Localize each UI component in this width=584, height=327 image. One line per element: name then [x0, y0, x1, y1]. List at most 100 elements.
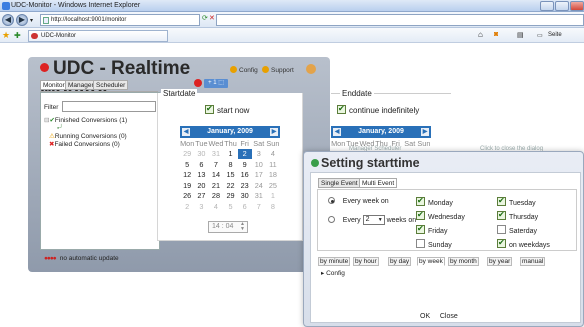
calendar-day[interactable]: 23 [238, 180, 252, 191]
tab-by-minute[interactable]: by minute [318, 257, 351, 266]
calendar-day[interactable]: 13 [194, 170, 208, 181]
tree-item-finished[interactable]: ⊟✔Finished Conversions (1) [44, 117, 160, 125]
time-input[interactable]: 14 : 04 ▲ ▼ [208, 221, 248, 233]
day-checkbox-wednesday[interactable]: Wednesday [416, 210, 465, 222]
config-toggle[interactable]: ▸ Config [321, 269, 345, 277]
tab-by-day[interactable]: by day [388, 257, 412, 266]
close-button[interactable]: Close [440, 313, 458, 320]
stop-schedule-icon[interactable] [194, 79, 202, 87]
calendar-day[interactable]: 15 [223, 170, 237, 181]
calendar-day[interactable]: 7 [208, 159, 223, 170]
calendar-day[interactable]: 4 [266, 149, 280, 160]
calendar-day[interactable]: 1 [223, 149, 237, 160]
spinner-icon[interactable]: ▲ ▼ [240, 222, 245, 232]
minimize-button[interactable] [540, 1, 554, 11]
calendar-day[interactable]: 3 [252, 149, 266, 160]
calendar-day[interactable]: 10 [252, 159, 266, 170]
calendar-day[interactable]: 12 [180, 170, 194, 181]
calendar-day[interactable]: 27 [194, 191, 208, 202]
support-link[interactable]: Support [262, 66, 294, 74]
calendar-day[interactable]: 2 [180, 201, 194, 212]
ok-button[interactable]: OK [420, 313, 430, 320]
every-n-weeks-option[interactable]: Every 2 ▼ weeks on [328, 215, 416, 226]
prev-month-button[interactable]: ◀ [333, 128, 341, 136]
help-icon[interactable] [306, 64, 316, 74]
tree-item-failed[interactable]: ✖Failed Conversions (0) [44, 141, 160, 149]
tab-single-event[interactable]: Single Event [318, 178, 361, 188]
calendar-day[interactable]: 9 [238, 159, 252, 170]
config-link[interactable]: Config [230, 66, 258, 74]
day-checkbox-sunday[interactable]: Sunday [416, 239, 452, 250]
calendar-day[interactable]: 4 [208, 201, 223, 212]
stop-icon[interactable]: ✕ [209, 14, 215, 22]
home-icon[interactable]: ⌂ [478, 30, 483, 39]
tab-manual[interactable]: manual [520, 257, 546, 266]
tab-by-hour[interactable]: by hour [353, 257, 379, 266]
tab-multi-event[interactable]: Multi Event [359, 178, 398, 188]
calendar-day[interactable]: 14 [208, 170, 223, 181]
calendar-day[interactable]: 7 [252, 201, 266, 212]
tab-scheduler[interactable]: Scheduler [93, 80, 129, 90]
page-menu-button[interactable]: Seite [548, 32, 562, 38]
calendar-day[interactable]: 25 [266, 180, 280, 191]
back-button[interactable]: ◀ [2, 14, 14, 26]
forward-button[interactable]: ▶ [16, 14, 28, 26]
prev-month-button[interactable]: ◀ [182, 128, 190, 136]
calendar-day[interactable]: 18 [266, 170, 280, 181]
day-checkbox-on-weekdays[interactable]: on weekdays [497, 238, 550, 250]
day-checkbox-monday[interactable]: Monday [416, 196, 453, 208]
calendar-day[interactable]: 6 [194, 159, 208, 170]
tab-manager[interactable]: Manager [65, 80, 97, 90]
tree-subitem[interactable]: ▪╯ [44, 125, 160, 133]
favorites-star-icon[interactable]: ★ [2, 30, 10, 41]
print-icon[interactable]: ▤ [517, 31, 524, 39]
calendar-day[interactable]: 20 [194, 180, 208, 191]
page-menu-icon[interactable]: ▭ [537, 32, 543, 39]
calendar-day[interactable]: 19 [180, 180, 194, 191]
calendar-day[interactable]: 31 [208, 149, 223, 160]
calendar-day[interactable]: 5 [180, 159, 194, 170]
next-month-button[interactable]: ▶ [421, 128, 429, 136]
feeds-icon[interactable]: ◙ [494, 31, 498, 38]
every-week-option[interactable]: Every week on [328, 197, 389, 207]
browser-tab[interactable]: UDC-Monitor [28, 30, 168, 42]
add-favorite-icon[interactable]: ✚ [14, 31, 21, 40]
tab-by-month[interactable]: by month [448, 257, 479, 266]
filter-input[interactable] [62, 101, 156, 112]
calendar-day[interactable]: 1 [266, 191, 280, 202]
calendar-day[interactable]: 8 [223, 159, 237, 170]
calendar-day[interactable]: 3 [194, 201, 208, 212]
refresh-icon[interactable]: ⟳ [202, 14, 208, 22]
day-checkbox-thursday[interactable]: Thursday [497, 210, 538, 222]
tab-by-year[interactable]: by year [487, 257, 513, 266]
day-checkbox-friday[interactable]: Friday [416, 224, 447, 236]
day-checkbox-saterday[interactable]: Saterday [497, 225, 537, 236]
calendar-day[interactable]: 5 [223, 201, 237, 212]
tree-item-running[interactable]: ⚠Running Conversions (0) [44, 133, 160, 141]
calendar-day[interactable]: 24 [252, 180, 266, 191]
weeks-select[interactable]: 2 ▼ [362, 215, 385, 225]
calendar-day[interactable]: 30 [238, 191, 252, 202]
tab-by-week[interactable]: by week [417, 257, 445, 266]
calendar-day[interactable]: 26 [180, 191, 194, 202]
calendar-day[interactable]: 6 [238, 201, 252, 212]
calendar-day[interactable]: 29 [180, 149, 194, 160]
add-schedule-button[interactable]: + 1 ⬚ [204, 79, 228, 88]
dropdown-icon[interactable]: ▾ [30, 17, 33, 24]
calendar-day[interactable]: 11 [266, 159, 280, 170]
calendar-day[interactable]: 22 [223, 180, 237, 191]
calendar-day[interactable]: 30 [194, 149, 208, 160]
maximize-button[interactable] [555, 1, 569, 11]
calendar-day[interactable]: 8 [266, 201, 280, 212]
calendar-day[interactable]: 29 [223, 191, 237, 202]
calendar-day[interactable]: 17 [252, 170, 266, 181]
search-input[interactable] [216, 14, 584, 26]
calendar-day[interactable]: 31 [252, 191, 266, 202]
calendar-day[interactable]: 2 [237, 148, 252, 159]
tab-monitor[interactable]: Monitor [40, 80, 68, 90]
continue-checkbox[interactable]: continue indefinitely [337, 104, 419, 115]
calendar-day[interactable]: 28 [208, 191, 223, 202]
calendar-day[interactable]: 16 [238, 170, 252, 181]
close-window-button[interactable] [570, 1, 584, 11]
calendar-day[interactable]: 21 [208, 180, 223, 191]
